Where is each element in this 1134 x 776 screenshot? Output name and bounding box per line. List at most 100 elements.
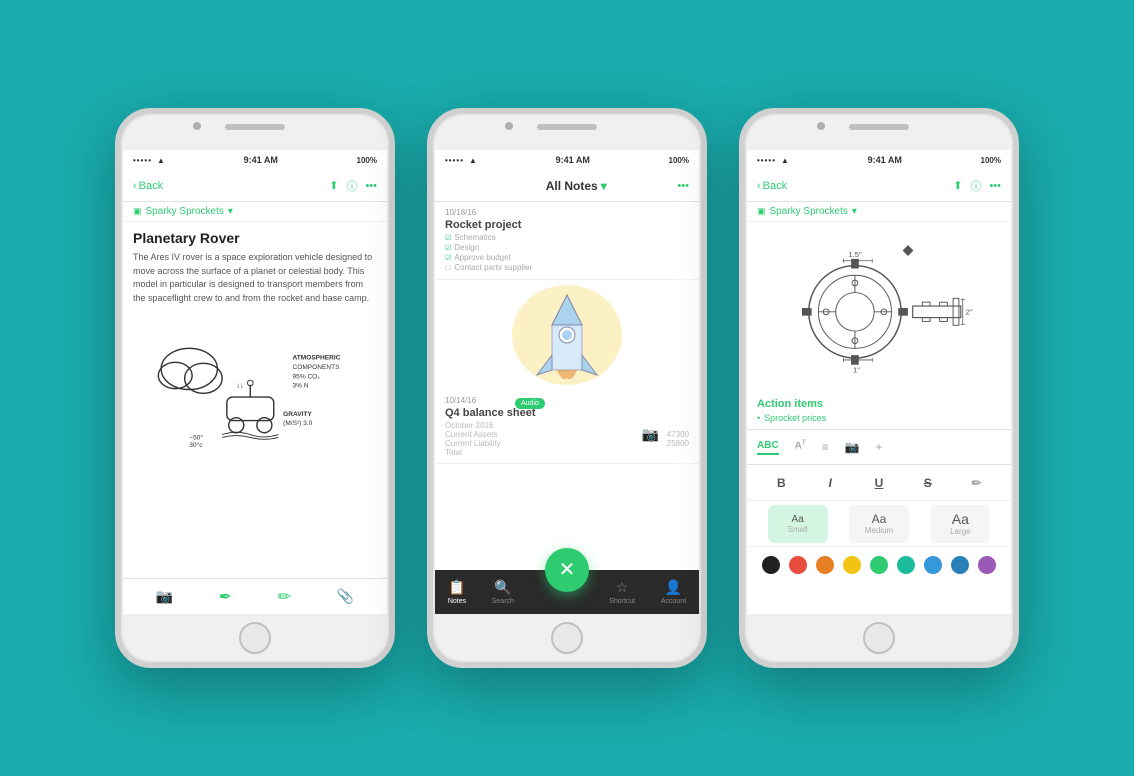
phone1-bottom xyxy=(121,614,389,662)
svg-text:95% CO₂: 95% CO₂ xyxy=(293,373,321,380)
search-tab-icon: 🔍 xyxy=(494,579,511,596)
phone2-nav-title: All Notes ▾ xyxy=(546,179,607,193)
color-purple[interactable] xyxy=(978,556,996,574)
phone3-more-icon[interactable]: ••• xyxy=(989,180,1001,192)
phone1-sketch-svg: ATMOSPHERIC COMPONENTS 95% CO₂ 3% N GRAV… xyxy=(133,313,377,453)
phone1-camera xyxy=(193,122,201,130)
phone2-camera xyxy=(505,122,513,130)
check-icon: ☑ xyxy=(445,244,451,252)
phone2-status-bar: ••••• ▲ 9:41 AM 100% xyxy=(435,150,699,170)
check-icon: ☑ xyxy=(445,234,451,242)
format-tab-photo[interactable]: 📷 xyxy=(845,440,860,454)
tab-shortcut[interactable]: ☆ Shortcut xyxy=(609,579,635,605)
pen-style-icon[interactable]: ✏ xyxy=(963,469,991,497)
chevron-left-icon: ‹ xyxy=(757,180,761,192)
phone3-notebook-tag[interactable]: ▣ Sparky Sprockets ▾ xyxy=(747,202,1011,222)
size-small[interactable]: Aa Small xyxy=(768,505,828,543)
phone2-battery: 100% xyxy=(669,156,689,165)
phone1-pencil-icon[interactable]: ✏ xyxy=(278,587,291,607)
phone1-toolbar: 📷 ✒ ✏ 📎 xyxy=(123,578,387,614)
phone3-signal: ••••• ▲ xyxy=(757,156,789,165)
phone3-screen: ••••• ▲ 9:41 AM 100% ‹ Back ⬆ ⓘ ••• ▣ Sp… xyxy=(747,150,1011,614)
phone1-signal: ••••• ▲ xyxy=(133,156,165,165)
phone1-camera-icon[interactable]: 📷 xyxy=(156,588,173,605)
size-small-label: Aa xyxy=(792,514,804,525)
phone1-wifi-icon: ▲ xyxy=(157,156,165,165)
phone1-more-icon[interactable]: ••• xyxy=(365,180,377,192)
color-black[interactable] xyxy=(762,556,780,574)
fab-x-icon: ✕ xyxy=(559,560,576,580)
phone1-note-body: The Ares IV rover is a space exploration… xyxy=(133,251,377,305)
tab-account[interactable]: 👤 Account xyxy=(661,579,686,605)
svg-text:(M/S²) 3.0: (M/S²) 3.0 xyxy=(283,420,312,427)
format-tab-abc[interactable]: ABC xyxy=(757,440,779,455)
size-large-label: Aa xyxy=(952,511,969,527)
phone3-share-icon[interactable]: ⬆ xyxy=(953,179,962,192)
phone2-more-icon[interactable]: ••• xyxy=(677,180,689,192)
size-medium[interactable]: Aa Medium xyxy=(849,505,909,543)
phone2-camera-icon: 📷 xyxy=(642,426,659,443)
phone1-status-bar: ••••• ▲ 9:41 AM 100% xyxy=(123,150,387,170)
phone1-info-icon[interactable]: ⓘ xyxy=(346,178,357,194)
phone1: ••••• ▲ 9:41 AM 100% ‹ Back ⬆ ⓘ ••• ▣ Sp… xyxy=(115,108,395,668)
color-light-blue[interactable] xyxy=(924,556,942,574)
phone3-action-items-title: Action items xyxy=(757,398,1001,410)
phone3-format-toolbar: ABC AT ≡ 📷 + xyxy=(747,429,1011,465)
phone2-signal: ••••• ▲ xyxy=(445,156,477,165)
phone2-note2-date: 10/14/16 xyxy=(445,396,689,405)
phone2-note1[interactable]: 10/18/16 Rocket project ☑ Schematics ☑ D… xyxy=(435,202,699,280)
color-green[interactable] xyxy=(870,556,888,574)
phone1-back-button[interactable]: ‹ Back xyxy=(133,180,163,192)
phone1-nav-bar: ‹ Back ⬆ ⓘ ••• xyxy=(123,170,387,202)
color-teal[interactable] xyxy=(897,556,915,574)
phone2-speaker xyxy=(537,124,597,130)
size-large[interactable]: Aa Large xyxy=(930,505,990,543)
bold-button[interactable]: B xyxy=(767,469,795,497)
phone3-info-icon[interactable]: ⓘ xyxy=(970,178,981,194)
format-tab-list[interactable]: ≡ xyxy=(822,440,829,454)
phone1-pen-icon[interactable]: ✒ xyxy=(219,587,232,607)
phone3-home-button[interactable] xyxy=(863,622,895,654)
phone1-notebook-tag[interactable]: ▣ Sparky Sprockets ▾ xyxy=(123,202,387,222)
strikethrough-button[interactable]: S xyxy=(914,469,942,497)
color-red[interactable] xyxy=(789,556,807,574)
tab-search[interactable]: 🔍 Search xyxy=(492,579,514,605)
dropdown-icon: ▾ xyxy=(601,179,607,193)
color-yellow[interactable] xyxy=(843,556,861,574)
phone2-time: 9:41 AM xyxy=(556,155,590,165)
format-tab-text[interactable]: AT xyxy=(795,440,806,453)
phone1-note-title: Planetary Rover xyxy=(133,230,377,246)
fab-add-note[interactable]: ✕ xyxy=(545,548,589,592)
format-tab-plus[interactable]: + xyxy=(876,440,883,454)
phone1-sketch: ATMOSPHERIC COMPONENTS 95% CO₂ 3% N GRAV… xyxy=(133,313,377,453)
phone3-action-item: • Sprocket prices xyxy=(757,413,1001,423)
phone3-status-bar: ••••• ▲ 9:41 AM 100% xyxy=(747,150,1011,170)
phone2-rocket-image xyxy=(435,280,699,390)
phone3-back-button[interactable]: ‹ Back xyxy=(757,180,787,192)
tab-notes[interactable]: 📋 Notes xyxy=(448,579,466,605)
dropdown-icon: ▾ xyxy=(852,206,857,217)
phone2-note2[interactable]: 10/14/16 Q4 balance sheet October 2016 C… xyxy=(435,390,699,464)
tab-account-label: Account xyxy=(661,598,686,605)
dropdown-icon: ▾ xyxy=(228,206,233,217)
notes-tab-icon: 📋 xyxy=(448,579,465,596)
phone1-attach-icon[interactable]: 📎 xyxy=(337,588,354,605)
phone1-share-icon[interactable]: ⬆ xyxy=(329,179,338,192)
phone2: ••••• ▲ 9:41 AM 100% All Notes ▾ ••• 10/… xyxy=(427,108,707,668)
phone2-note1-date: 10/18/16 xyxy=(445,208,689,217)
phone1-home-button[interactable] xyxy=(239,622,271,654)
phone1-note-content: Planetary Rover The Ares IV rover is a s… xyxy=(123,222,387,578)
sprocket-svg: 1.5" 2" 1" xyxy=(755,230,1003,384)
phone2-home-button[interactable] xyxy=(551,622,583,654)
color-orange[interactable] xyxy=(816,556,834,574)
shortcut-tab-icon: ☆ xyxy=(616,579,629,596)
svg-text:GRAVITY: GRAVITY xyxy=(283,411,312,418)
color-blue[interactable] xyxy=(951,556,969,574)
account-tab-icon: 👤 xyxy=(665,579,682,596)
italic-button[interactable]: I xyxy=(816,469,844,497)
svg-text:~50°: ~50° xyxy=(189,433,203,441)
phone3-sprocket-diagram: 1.5" 2" 1" xyxy=(747,222,1011,392)
underline-button[interactable]: U xyxy=(865,469,893,497)
svg-text:↓↓: ↓↓ xyxy=(236,381,244,390)
svg-text:COMPONENTS: COMPONENTS xyxy=(293,364,341,371)
